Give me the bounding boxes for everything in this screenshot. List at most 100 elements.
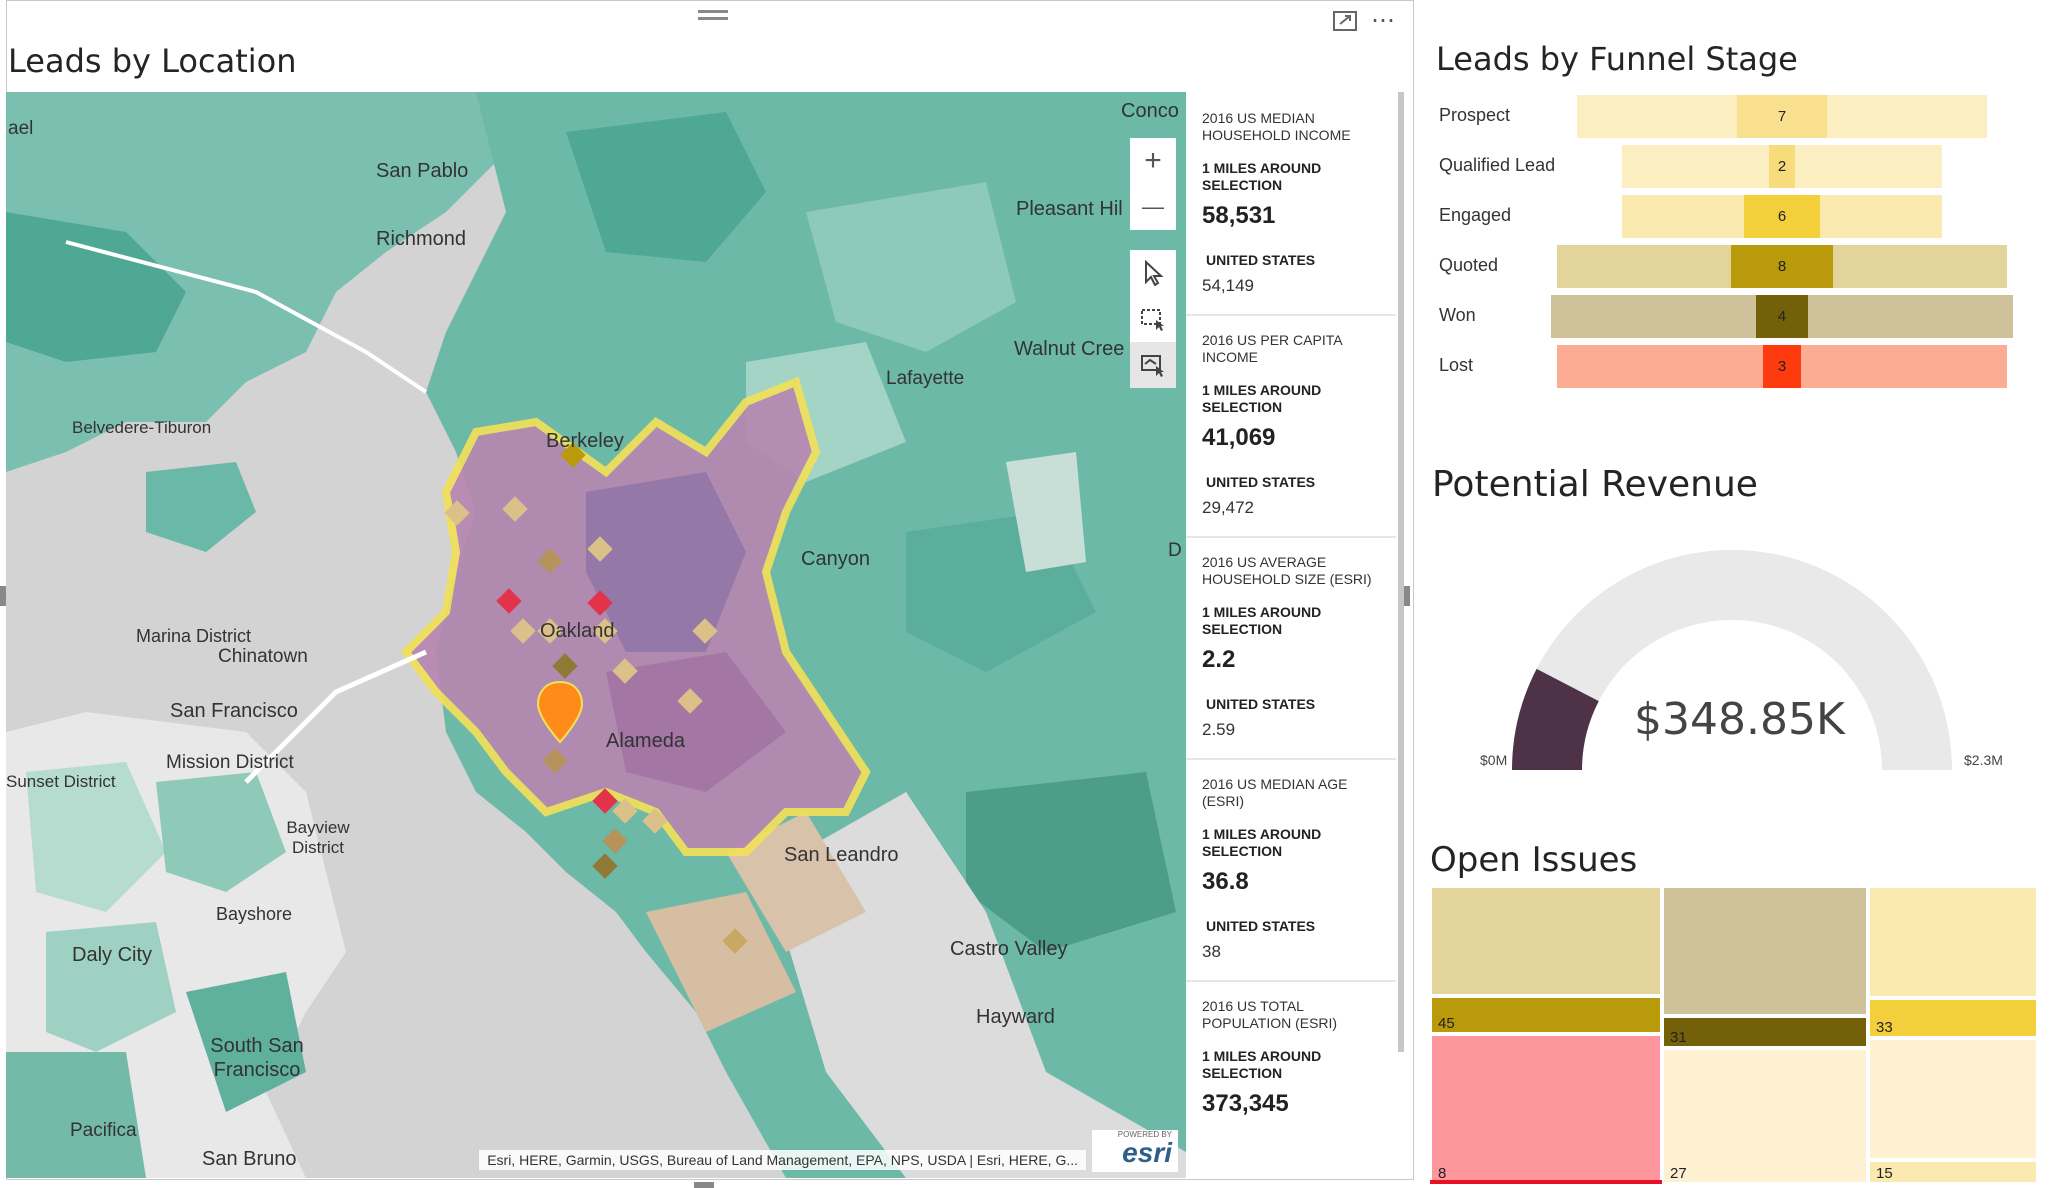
gauge-graphic[interactable]	[1414, 440, 2051, 800]
gauge-max-label: $2.3M	[1964, 752, 2003, 768]
stat-title: 2016 US TOTAL POPULATION (ESRI)	[1202, 998, 1338, 1031]
treemap-area[interactable]: 45 8 31 27 33 15	[1430, 886, 2038, 1184]
stat-us-label: UNITED STATES	[1206, 918, 1316, 934]
right-visuals: Leads by Funnel Stage Prospect 7 Qualified…	[1414, 0, 2051, 1188]
stat-us-label: UNITED STATES	[1206, 696, 1316, 712]
place-label-alameda: Alameda	[606, 730, 685, 752]
funnel-stage-value[interactable]: 6	[1744, 195, 1820, 238]
stat-title: 2016 US MEDIAN AGE (ESRI)	[1202, 776, 1348, 809]
selection-tools	[1130, 250, 1176, 388]
funnel-chart: Leads by Funnel Stage Prospect 7 Qualified…	[1414, 0, 2051, 420]
treemap-cell[interactable]	[1868, 1038, 2038, 1160]
stat-us-value: 2.59	[1202, 720, 1236, 739]
leads-by-location-panel: ⋯ Leads by Location Conco San Pablo Rich…	[6, 0, 1414, 1188]
drag-handle-icon[interactable]	[698, 10, 728, 24]
stat-around: 1 MILES AROUND SELECTION	[1202, 382, 1322, 415]
stat-us-value: 29,472	[1202, 498, 1254, 517]
place-label-concord: Conco	[1121, 100, 1179, 122]
reference-layer-select-icon[interactable]	[1130, 342, 1176, 388]
stat-title: 2016 US AVERAGE HOUSEHOLD SIZE (ESRI)	[1202, 554, 1372, 587]
zoom-out-button[interactable]: —	[1130, 184, 1176, 230]
place-label-belvedere-tiburon: Belvedere-Tiburon	[72, 418, 212, 437]
place-label-daly-city: Daly City	[72, 944, 153, 966]
resize-handle[interactable]	[1404, 586, 1410, 606]
place-label-chinatown: Chinatown	[218, 646, 308, 667]
funnel-title: Leads by Funnel Stage	[1436, 40, 1798, 78]
place-label-marina-district: Marina District	[136, 626, 252, 646]
treemap-cell[interactable]	[1430, 886, 1662, 996]
more-options-icon[interactable]: ⋯	[1371, 6, 1397, 35]
stat-card: 2016 US PER CAPITA INCOME 1 MILES AROUND…	[1186, 314, 1396, 538]
place-label-mission-district: Mission District	[166, 752, 294, 773]
rectangle-select-icon[interactable]	[1130, 296, 1176, 342]
place-label-walnut-creek: Walnut Cree	[1014, 338, 1125, 360]
place-label-oakland: Oakland	[540, 620, 615, 642]
stat-around: 1 MILES AROUND SELECTION	[1202, 1048, 1322, 1081]
treemap-cell-label: 27	[1670, 1165, 1687, 1182]
zoom-in-button[interactable]: +	[1130, 138, 1176, 184]
treemap-cell[interactable]: 8	[1430, 1034, 1662, 1184]
esri-logo: POWERED BY esri	[1092, 1130, 1178, 1172]
stat-around: 1 MILES AROUND SELECTION	[1202, 826, 1322, 859]
place-label-bayview-district: Bayview District	[286, 818, 350, 857]
stat-value: 36.8	[1202, 868, 1249, 895]
treemap-title: Open Issues	[1430, 840, 1638, 880]
stat-card: 2016 US AVERAGE HOUSEHOLD SIZE (ESRI) 1 …	[1186, 536, 1396, 760]
funnel-stage-value[interactable]: 7	[1737, 95, 1827, 138]
treemap-cell[interactable]: 45	[1430, 996, 1662, 1034]
treemap-cell[interactable]	[1868, 886, 2038, 998]
gauge-value: $348.85K	[1634, 694, 1845, 745]
stat-value: 41,069	[1202, 424, 1276, 451]
funnel-stage-label: Qualified Lead	[1439, 155, 1556, 175]
stat-card: 2016 US TOTAL POPULATION (ESRI) 1 MILES …	[1186, 980, 1396, 1122]
funnel-stage-value[interactable]: 4	[1756, 295, 1808, 338]
stat-value: 58,531	[1202, 202, 1276, 229]
stat-us-value: 54,149	[1202, 276, 1254, 295]
pointer-icon[interactable]	[1130, 250, 1176, 296]
treemap-cell-label: 15	[1876, 1165, 1893, 1182]
stat-title: 2016 US MEDIAN HOUSEHOLD INCOME	[1202, 110, 1351, 143]
stat-card: 2016 US MEDIAN AGE (ESRI) 1 MILES AROUND…	[1186, 758, 1396, 982]
treemap-cell-label: 33	[1876, 1019, 1893, 1036]
place-label-san-francisco: San Francisco	[170, 700, 298, 722]
treemap-cell[interactable]: 27	[1662, 1048, 1868, 1184]
funnel-stage-value[interactable]: 3	[1763, 345, 1801, 388]
stat-us-value: 38	[1202, 942, 1221, 961]
place-label-richmond: Richmond	[376, 228, 467, 250]
stat-us-label: UNITED STATES	[1206, 252, 1316, 268]
place-label-edge-d: D	[1168, 540, 1182, 561]
place-label-castro-valley: Castro Valley	[950, 938, 1068, 960]
treemap-cell[interactable]: 31	[1662, 1016, 1868, 1048]
place-label-san-bruno: San Bruno	[202, 1148, 297, 1170]
infographics-sidebar: 2016 US MEDIAN HOUSEHOLD INCOME 1 MILES …	[1186, 92, 1396, 1122]
funnel-stage-value[interactable]: 8	[1731, 245, 1833, 288]
place-label-south-san-francisco: South San Francisco	[210, 1035, 304, 1081]
place-label-lafayette: Lafayette	[886, 368, 965, 389]
place-label-san-leandro: San Leandro	[784, 844, 899, 866]
esri-brand: esri	[1122, 1137, 1172, 1168]
stat-card: 2016 US MEDIAN HOUSEHOLD INCOME 1 MILES …	[1186, 92, 1396, 316]
place-label-bayshore: Bayshore	[216, 904, 293, 924]
resize-handle[interactable]	[0, 586, 6, 606]
treemap-selection-underline	[1430, 1180, 1662, 1184]
zoom-controls: + —	[1130, 138, 1176, 230]
map-canvas[interactable]: Conco San Pablo Richmond Pleasant Hil Wa…	[6, 92, 1186, 1178]
stat-around: 1 MILES AROUND SELECTION	[1202, 160, 1322, 193]
sidebar-scrollbar[interactable]	[1398, 92, 1404, 1052]
open-issues-treemap: Open Issues 45 8 31 27 33 15	[1414, 820, 2051, 1188]
place-label-berkeley: Berkeley	[546, 430, 624, 452]
treemap-cell[interactable]	[1662, 886, 1868, 1016]
treemap-cell[interactable]: 33	[1868, 998, 2038, 1038]
gauge-visual: Potential Revenue $348.85K $0M $2.3M	[1414, 440, 2051, 800]
funnel-stage-label: Lost	[1439, 355, 1474, 375]
stat-value: 2.2	[1202, 646, 1236, 673]
map-attribution: Esri, HERE, Garmin, USGS, Bureau of Land…	[479, 1150, 1086, 1170]
place-label-sunset-district: Sunset District	[6, 772, 116, 791]
resize-handle[interactable]	[694, 1182, 714, 1188]
focus-mode-icon[interactable]	[1332, 10, 1358, 32]
place-label-hayward: Hayward	[976, 1006, 1055, 1028]
funnel-stage-label: Prospect	[1439, 105, 1511, 125]
treemap-cell[interactable]: 15	[1868, 1160, 2038, 1184]
gauge-min-label: $0M	[1480, 752, 1508, 768]
funnel-stage-value[interactable]: 2	[1769, 145, 1795, 188]
